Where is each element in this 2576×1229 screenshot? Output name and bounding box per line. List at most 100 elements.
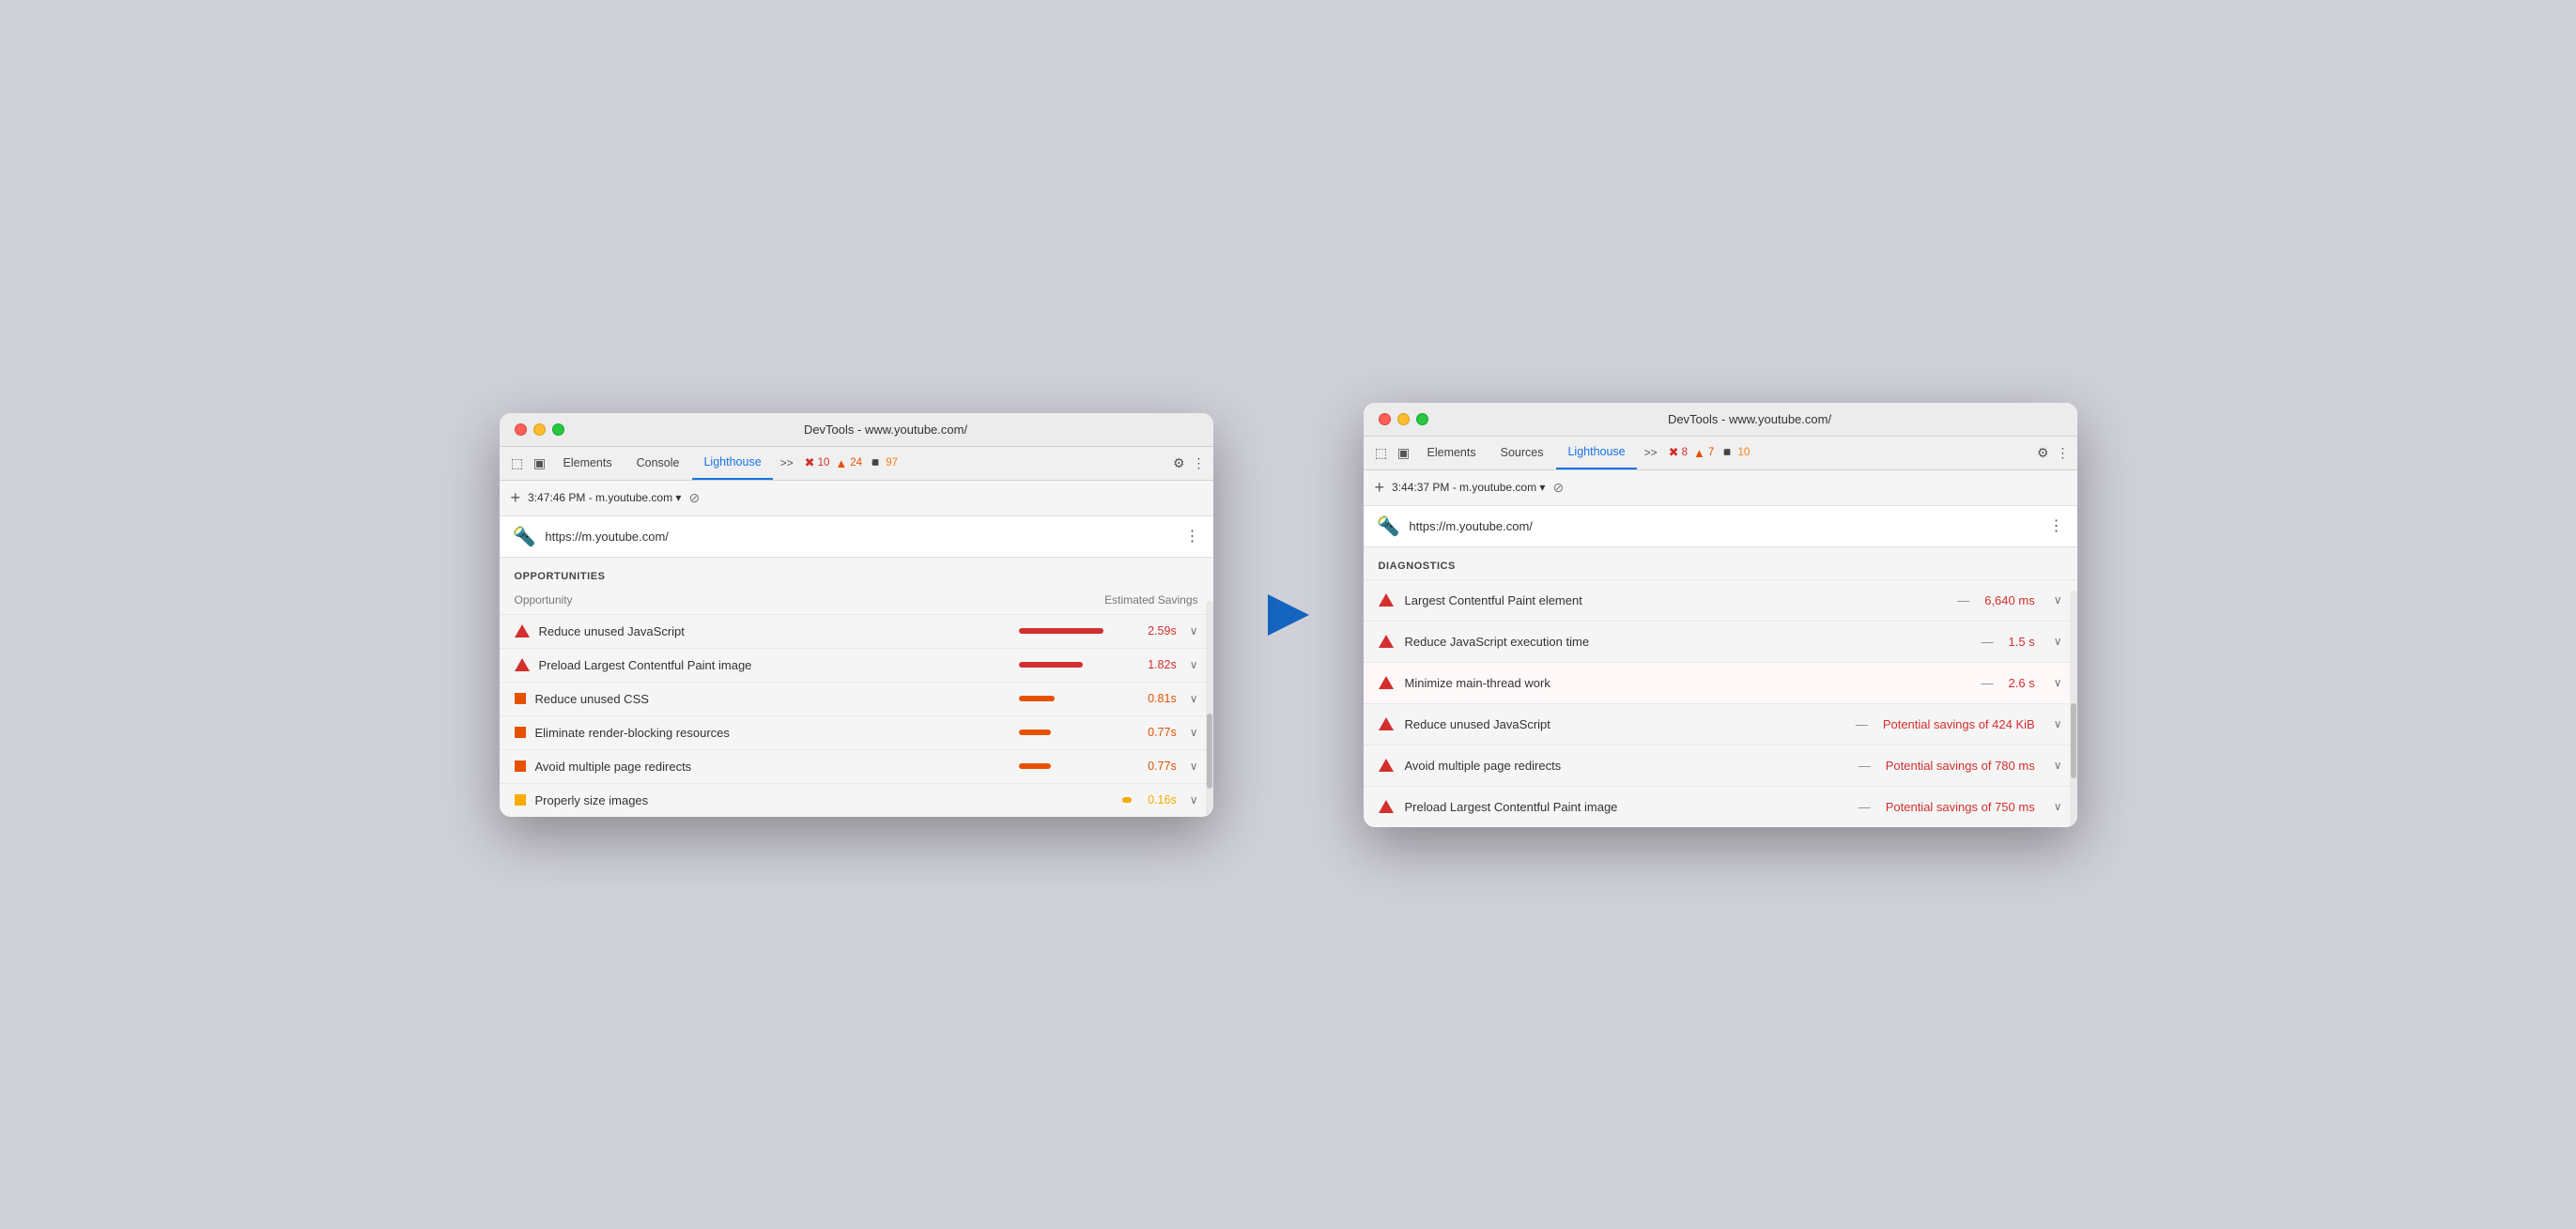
left-row1-icon [515,624,530,638]
left-more-icon[interactable]: ⋮ [1193,455,1206,471]
right-diag1-sep: — [1957,593,1969,607]
left-opp-row-4[interactable]: Eliminate render-blocking resources 0.77… [500,715,1213,749]
right-tab-lighthouse[interactable]: Lighthouse [1556,436,1636,469]
right-selector-icon[interactable]: ⬚ [1371,442,1392,463]
right-diag-row-1[interactable]: Largest Contentful Paint element — 6,640… [1364,579,2077,621]
left-lh-url: https://m.youtube.com/ [545,530,1175,544]
left-row5-bar-container [1019,763,1132,769]
left-close-button[interactable] [515,423,527,436]
left-address-url: 3:47:46 PM - m.youtube.com ▾ [528,491,681,504]
right-diag3-sep: — [1982,676,1994,690]
right-scrollbar-thumb[interactable] [2071,703,2076,778]
left-row6-icon [515,794,526,806]
right-close-button[interactable] [1379,413,1391,425]
left-gear-icon[interactable]: ⚙ [1173,455,1185,471]
left-row3-bar [1019,696,1055,701]
right-diag1-icon [1379,593,1394,607]
left-tab-more[interactable]: >> [775,456,799,469]
left-device-icon[interactable]: ▣ [530,453,550,473]
left-row5-bar [1019,763,1051,769]
right-block-icon[interactable]: ⊘ [1552,480,1564,496]
right-fullscreen-button[interactable] [1416,413,1428,425]
left-badge-info: ◾ 97 [868,455,898,470]
right-diag6-chevron[interactable]: ∨ [2054,800,2062,813]
right-diag5-value: Potential savings of 780 ms [1886,759,2035,773]
right-lh-menu[interactable]: ⋮ [2049,516,2064,535]
right-address-bar: + 3:44:37 PM - m.youtube.com ▾ ⊘ [1364,470,2077,506]
right-diag6-icon [1379,800,1394,813]
left-table-header: Opportunity Estimated Savings [500,590,1213,614]
left-col-savings: Estimated Savings [1104,593,1197,607]
left-selector-icon[interactable]: ⬚ [507,453,528,473]
left-row6-chevron[interactable]: ∨ [1190,793,1198,807]
right-title-bar: DevTools - www.youtube.com/ [1364,403,2077,437]
left-row5-saving: 0.77s [1141,760,1177,773]
right-diag5-chevron[interactable]: ∨ [2054,759,2062,772]
right-minimize-button[interactable] [1397,413,1410,425]
right-diag2-chevron[interactable]: ∨ [2054,635,2062,648]
left-row2-saving: 1.82s [1141,658,1177,671]
right-more-icon[interactable]: ⋮ [2057,445,2070,461]
left-traffic-lights [515,423,564,436]
left-row3-chevron[interactable]: ∨ [1190,692,1198,705]
left-row1-chevron[interactable]: ∨ [1190,624,1198,638]
right-diag1-chevron[interactable]: ∨ [2054,593,2062,607]
right-diag2-sep: — [1982,635,1994,649]
right-diag4-label: Reduce unused JavaScript [1405,717,1841,731]
left-row2-bar [1019,662,1083,668]
left-opp-row-2[interactable]: Preload Largest Contentful Paint image 1… [500,648,1213,682]
right-diag4-icon [1379,717,1394,730]
right-error-icon: ✖ [1669,445,1679,460]
left-tab-lighthouse[interactable]: Lighthouse [692,446,772,480]
left-opp-row-3[interactable]: Reduce unused CSS 0.81s ∨ [500,682,1213,715]
left-opp-row-6[interactable]: Properly size images 0.16s ∨ [500,783,1213,817]
right-traffic-lights [1379,413,1428,425]
left-tab-console[interactable]: Console [625,446,691,480]
left-lighthouse-icon: 🔦 [513,525,536,548]
left-row6-saving: 0.16s [1141,793,1177,807]
left-info-icon: ◾ [868,455,883,470]
left-row6-bar-container [1019,797,1132,803]
right-warning-icon: ▲ [1693,446,1705,460]
left-tab-bar: ⬚ ▣ Elements Console Lighthouse >> ✖ 10 … [500,447,1213,481]
left-minimize-button[interactable] [533,423,546,436]
right-device-icon[interactable]: ▣ [1394,442,1414,463]
left-lh-menu[interactable]: ⋮ [1185,527,1200,545]
right-diag-row-5[interactable]: Avoid multiple page redirects — Potentia… [1364,745,2077,786]
left-row4-icon [515,727,526,738]
right-tab-badges: ✖ 8 ▲ 7 ◾ 10 [1669,445,1751,460]
right-scrollbar-track [2070,591,2077,827]
right-diag4-chevron[interactable]: ∨ [2054,717,2062,730]
left-row2-label: Preload Largest Contentful Paint image [539,658,1010,672]
left-opp-row-5[interactable]: Avoid multiple page redirects 0.77s ∨ [500,749,1213,783]
right-tab-more[interactable]: >> [1639,446,1663,459]
left-block-icon[interactable]: ⊘ [688,490,700,506]
right-diag3-chevron[interactable]: ∨ [2054,676,2062,689]
right-diag-row-4[interactable]: Reduce unused JavaScript — Potential sav… [1364,703,2077,745]
right-section-title: DIAGNOSTICS [1364,547,2077,579]
right-add-tab[interactable]: + [1375,478,1385,498]
right-diag-row-3[interactable]: Minimize main-thread work — 2.6 s ∨ [1364,662,2077,703]
left-row5-chevron[interactable]: ∨ [1190,760,1198,773]
left-scrollbar-thumb[interactable] [1207,714,1212,789]
left-tab-elements[interactable]: Elements [552,446,624,480]
right-lighthouse-icon: 🔦 [1377,515,1400,538]
left-row4-label: Eliminate render-blocking resources [535,726,1010,740]
left-row4-chevron[interactable]: ∨ [1190,726,1198,739]
right-badge-errors: ✖ 8 [1669,445,1688,460]
left-add-tab[interactable]: + [511,488,521,508]
right-diag-row-6[interactable]: Preload Largest Contentful Paint image —… [1364,786,2077,827]
left-row2-icon [515,658,530,671]
right-tab-sources[interactable]: Sources [1489,436,1555,469]
left-fullscreen-button[interactable] [552,423,564,436]
right-diag-row-2[interactable]: Reduce JavaScript execution time — 1.5 s… [1364,621,2077,662]
right-diag3-icon [1379,676,1394,689]
right-gear-icon[interactable]: ⚙ [2037,445,2049,461]
left-opp-row-1[interactable]: Reduce unused JavaScript 2.59s ∨ [500,614,1213,648]
left-row2-chevron[interactable]: ∨ [1190,658,1198,671]
right-diag5-icon [1379,759,1394,772]
left-row6-bar [1122,797,1132,803]
left-devtools-window: DevTools - www.youtube.com/ ⬚ ▣ Elements… [500,413,1213,817]
left-title-bar: DevTools - www.youtube.com/ [500,413,1213,447]
right-tab-elements[interactable]: Elements [1416,436,1488,469]
